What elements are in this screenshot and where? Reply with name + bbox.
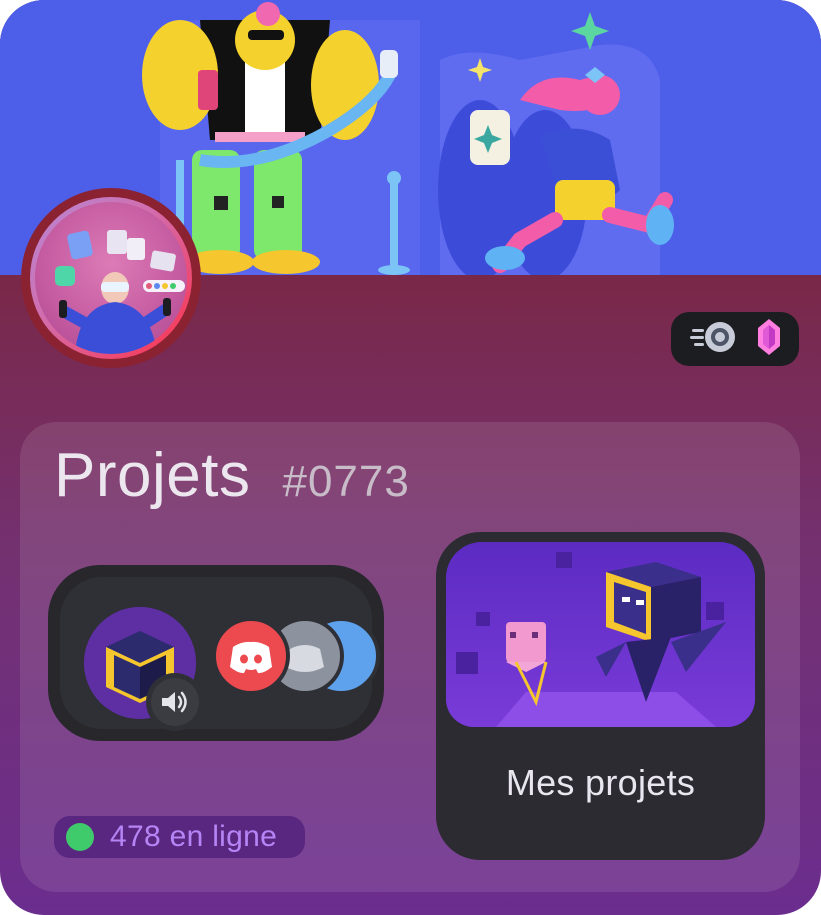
server-name-row: Projets #0773 bbox=[54, 440, 410, 520]
online-count-label: 478 en ligne bbox=[110, 820, 278, 853]
server-name: Projets bbox=[54, 441, 251, 510]
online-count: 478 en ligne bbox=[54, 816, 305, 858]
profile-badges bbox=[671, 312, 799, 366]
voice-channel-inner bbox=[60, 577, 380, 731]
projects-card[interactable]: Mes projets bbox=[436, 532, 765, 860]
server-avatar[interactable] bbox=[30, 197, 192, 359]
voice-channel-card[interactable] bbox=[48, 565, 384, 741]
online-status-dot bbox=[66, 823, 94, 851]
speaker-icon bbox=[162, 691, 187, 713]
participant-avatar-red[interactable] bbox=[212, 617, 290, 695]
gem-icon[interactable] bbox=[757, 318, 780, 360]
avatar-illustration bbox=[35, 202, 187, 354]
discord-logo-icon bbox=[230, 641, 272, 674]
projects-thumbnail bbox=[446, 542, 755, 727]
projects-label: Mes projets bbox=[505, 762, 696, 803]
server-tag: #0773 bbox=[282, 457, 410, 506]
profile-card: Projets #0773 Mes projets 478 en ligne bbox=[0, 0, 821, 915]
nitro-boost-icon[interactable] bbox=[690, 320, 738, 359]
speaker-badge bbox=[146, 673, 204, 731]
